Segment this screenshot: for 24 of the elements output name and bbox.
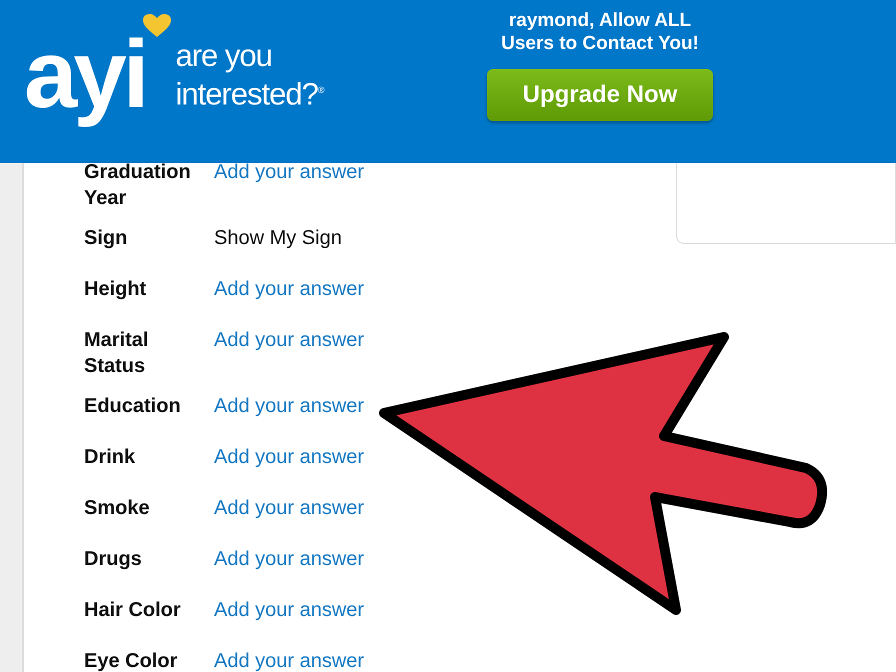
field-label: Drink <box>84 445 136 470</box>
field-label: Hair Color <box>84 598 182 623</box>
answer-link[interactable]: Add your answer <box>214 276 364 327</box>
answer-link[interactable]: Add your answer <box>214 327 364 393</box>
field-label: Graduation Year <box>84 160 192 211</box>
upgrade-button[interactable]: Upgrade Now <box>487 69 713 121</box>
field-value: Show My Sign <box>214 226 342 251</box>
tagline: are you interested?$^{®}$ <box>175 38 325 112</box>
field-label: Education <box>84 394 182 419</box>
answer-link[interactable]: Add your answer <box>214 546 364 597</box>
field-label: Height <box>84 277 148 302</box>
field-label: Eye Color <box>84 649 178 672</box>
answer-link[interactable]: Add your answer <box>214 159 364 225</box>
answer-link[interactable]: Add your answer <box>214 495 364 546</box>
answer-link[interactable]: Add your answer <box>214 393 364 444</box>
field-label: Drugs <box>84 547 143 572</box>
heart-icon <box>143 14 171 38</box>
promo-text: raymond, Allow ALL Users to Contact You! <box>500 9 700 55</box>
field-label: Smoke <box>84 496 151 521</box>
field-label: Marital Status <box>84 328 150 379</box>
field-label: Sign <box>84 226 128 251</box>
answer-link[interactable]: Add your answer <box>214 597 364 648</box>
answer-link[interactable]: Add your answer <box>214 648 364 672</box>
answer-link[interactable]: Add your answer <box>214 444 364 495</box>
